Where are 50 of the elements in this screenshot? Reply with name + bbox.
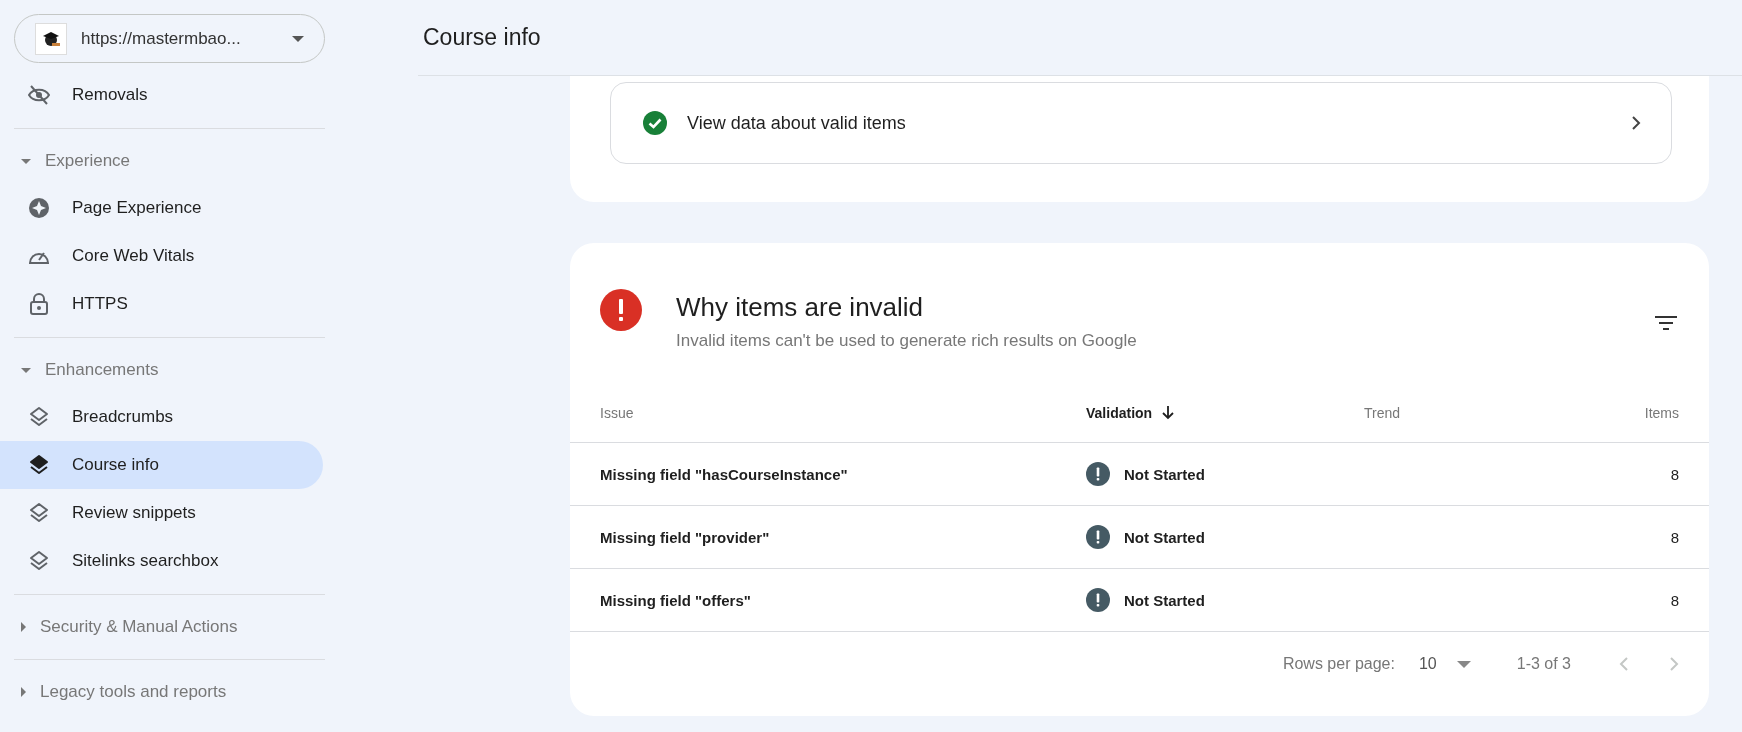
table-cell-text: Missing field "hasCourseInstance": [599, 465, 849, 483]
site-favicon-icon: [35, 22, 67, 55]
caret-icon: [292, 35, 304, 42]
status-text: Not Started: [1124, 591, 1205, 609]
eye-off-icon: [28, 85, 50, 105]
sparkle-icon: [28, 198, 50, 218]
column-header[interactable]: Items: [1579, 405, 1709, 421]
table-cell-text: 8: [1669, 591, 1680, 609]
sidebar-item[interactable]: Page Experience: [0, 184, 323, 232]
filter-icon[interactable]: [1655, 316, 1677, 330]
valid-items-link[interactable]: View data about valid items: [610, 82, 1672, 164]
rows-per-page-label: Rows per page:: [1282, 655, 1395, 673]
warning-icon: [1086, 525, 1110, 549]
section-header[interactable]: Security & Manual Actions: [0, 604, 418, 650]
status-text: Not Started: [1124, 465, 1205, 483]
section-header[interactable]: Enhancements: [0, 347, 418, 393]
check-circle-icon: [643, 111, 667, 135]
page-range: 1-3 of 3: [1516, 655, 1571, 673]
table-cell-text: Missing field "provider": [599, 528, 771, 546]
warning-icon: [1086, 462, 1110, 486]
layers-icon: [28, 502, 50, 524]
status-text: Not Started: [1124, 528, 1205, 546]
table-cell-text: 8: [1669, 528, 1680, 546]
table-cell-text: Missing field "offers": [599, 591, 752, 609]
layers-icon: [28, 454, 50, 476]
sidebar-item[interactable]: Review snippets: [0, 489, 323, 537]
column-header[interactable]: Trend: [1364, 405, 1579, 421]
column-header[interactable]: Validation: [1086, 405, 1364, 421]
error-icon: [600, 289, 642, 331]
sidebar-item[interactable]: HTTPS: [0, 280, 323, 328]
layers-icon: [28, 406, 50, 428]
layers-icon: [28, 550, 50, 572]
sort-arrow-icon: [1162, 406, 1175, 420]
section-header[interactable]: Legacy tools and reports: [0, 669, 418, 715]
sidebar-item[interactable]: Breadcrumbs: [0, 393, 323, 441]
sidebar-item[interactable]: Course info: [0, 441, 323, 489]
warning-icon: [1086, 588, 1110, 612]
sidebar-item[interactable]: Sitelinks searchbox: [0, 537, 323, 585]
card-subtitle: Invalid items can't be used to generate rich results on Google: [676, 331, 1138, 351]
table-cell-text: 8: [1669, 465, 1680, 483]
chevron-right-icon: [1632, 116, 1641, 130]
page-title: Course info: [423, 24, 541, 51]
column-header[interactable]: Issue: [570, 405, 1086, 421]
sidebar-item[interactable]: Core Web Vitals: [0, 232, 323, 280]
section-header[interactable]: Experience: [0, 138, 418, 184]
caret-icon: [1456, 660, 1471, 668]
card-title: Why items are invalid: [676, 292, 925, 323]
sidebar-item[interactable]: Removals: [0, 71, 323, 119]
lock-icon: [28, 293, 50, 315]
rows-per-page-select[interactable]: 10: [1418, 655, 1471, 673]
